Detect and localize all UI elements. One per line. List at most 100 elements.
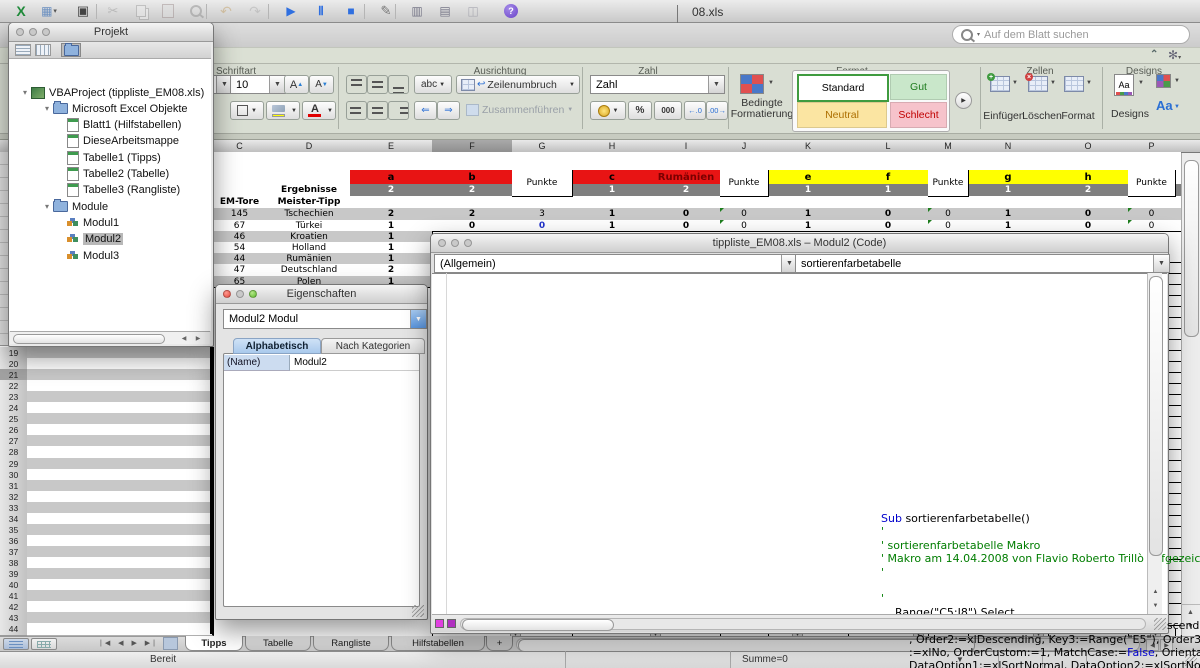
sheet-cell[interactable] [512,152,573,171]
align-right-button[interactable] [388,101,409,120]
save-icon[interactable]: ▣ [72,2,94,20]
vertical-scroll-thumb[interactable] [1184,160,1199,337]
property-value-cell[interactable]: Modul2 [290,355,419,371]
project-explorer-icon[interactable]: ▥ [406,2,428,20]
page-layout-view-button[interactable] [31,638,57,650]
excel-workbook-icon[interactable]: X [10,2,32,20]
close-icon[interactable] [438,239,446,247]
project-item-vbaproject-tippliste-em08-xls-[interactable]: ▾VBAProject (tippliste_EM08.xls) [23,85,209,100]
find-icon[interactable] [185,2,207,20]
sheet-cell[interactable]: Punkte [1128,170,1176,197]
sheet-cell[interactable]: 0 [720,220,769,232]
cut-icon[interactable]: ✂ [102,2,124,20]
tab-alphabetisch[interactable]: Alphabetisch [233,338,321,354]
number-format-combo[interactable]: Zahl▼ [590,75,725,94]
conditional-formatting-button[interactable]: ▼ Bedingte Formatierung [734,72,790,130]
help-icon[interactable]: ? [500,2,522,20]
sheet-cell[interactable]: 0 [432,220,513,232]
procedure-view-button[interactable] [435,619,444,628]
object-browser-icon[interactable]: ◫ [462,2,484,20]
sheet-cell[interactable]: 0 [512,220,573,232]
fill-color-button[interactable]: ▼ [266,101,300,120]
font-size-combo[interactable]: 10▼ [230,75,286,94]
sheet-cell[interactable] [268,170,351,185]
increase-decimal-button[interactable]: ←.0 [684,101,706,120]
paste-icon[interactable] [157,2,179,20]
left-cell[interactable] [27,623,82,636]
reset-icon[interactable]: ■ [340,2,362,20]
project-hscroll-thumb[interactable] [13,334,165,344]
minimize-icon[interactable] [29,28,37,36]
sheet-cell[interactable]: Punkte [720,170,769,197]
sheet-cell[interactable]: 0 [1128,220,1176,232]
zoom-icon[interactable] [249,290,257,298]
cells-einfügen-button[interactable]: +▼Einfügen [986,72,1022,130]
themes-button[interactable]: Aa ▼ Designs [1110,72,1150,130]
project-item-microsoft-excel-objekte[interactable]: ▾Microsoft Excel Objekte [45,101,209,116]
project-item-modul2[interactable]: Modul2 [67,232,209,247]
sheet-cell[interactable]: Punkte [512,170,573,197]
sheet-cell[interactable] [928,152,969,171]
sheet-cell[interactable] [211,152,269,171]
sheet-cell[interactable]: Rumänien [652,170,721,185]
align-bottom-button[interactable] [388,75,409,94]
code-line[interactable]: :=xlNo, OrderCustom:=1, MatchCase:=False… [881,646,1200,659]
zoom-icon[interactable] [464,239,472,247]
ribbon-collapse-icon[interactable]: ⌃ [1150,49,1158,60]
decrease-indent-button[interactable]: ⇐ [414,101,437,120]
project-item-blatt1-hilfstabellen-[interactable]: Blatt1 (Hilfstabellen) [67,118,209,133]
sheet-tab-tipps[interactable]: Tipps [185,636,243,651]
code-vscroll-thumb[interactable] [1149,276,1163,556]
sheet-cell[interactable]: e [768,170,849,185]
code-hscroll-thumb[interactable] [462,619,614,631]
sheet-cell[interactable]: 0 [652,220,721,232]
sheet-cell[interactable]: h [1048,170,1129,185]
tab-split-box[interactable] [163,637,178,650]
sheet-cell[interactable]: 0 [1048,220,1129,232]
sheet-cell[interactable]: 0 [928,220,969,232]
code-line[interactable]: , Order2:=xlDescending, Key3:=Range("E5"… [881,633,1200,646]
tab-nach-kategorien[interactable]: Nach Kategorien [321,338,425,354]
view-object-button[interactable] [35,44,51,56]
tab-scroll-arrows[interactable]: |◀ ◀ ▶ ▶| [100,639,158,647]
copy-icon[interactable] [130,2,152,20]
minimize-icon[interactable] [451,239,459,247]
sheet-cell[interactable]: g [968,170,1049,185]
sheet-cell[interactable] [652,152,721,171]
sheet-tab-tabelle[interactable]: Tabelle [245,636,311,651]
font-color-button[interactable]: A▼ [302,101,336,120]
increase-indent-button[interactable]: ⇒ [437,101,460,120]
sheet-cell[interactable]: 1 [768,220,849,232]
row-header-44[interactable]: 44 [0,623,28,636]
insert-module-icon[interactable]: ▦▾ [38,2,60,20]
code-line[interactable]: DataOption1:=xlSortNormal, DataOption2:=… [881,659,1200,668]
object-dropdown[interactable]: (Allgemein)▼ [434,254,798,273]
shrink-font-button[interactable]: A▼ [309,75,334,94]
sheet-cell[interactable] [968,152,1049,171]
sheet-cell[interactable] [572,152,653,171]
project-hscrollbar[interactable]: ◀ ▶ [10,331,210,344]
sheet-cell[interactable] [432,152,513,171]
orientation-button[interactable]: abc▼ [414,75,452,94]
close-icon[interactable] [223,290,231,298]
break-icon[interactable]: Ⅱ [310,2,332,20]
minimize-icon[interactable] [236,290,244,298]
percent-format-button[interactable]: % [628,101,652,120]
redo-icon[interactable]: ↷ [244,2,266,20]
align-center-button[interactable] [367,101,388,120]
sheet-cell[interactable]: Punkte [928,170,969,197]
grow-font-button[interactable]: A▲ [284,75,309,94]
project-item-modul1[interactable]: Modul1 [67,215,209,230]
project-item-modul3[interactable]: Modul3 [67,248,209,263]
gear-icon[interactable]: ✻▾ [1168,48,1181,62]
project-item-module[interactable]: ▾Module [45,199,209,214]
sheet-cell[interactable] [1048,152,1129,171]
add-sheet-tab[interactable]: + [486,636,513,651]
cells-format-button[interactable]: ▼Format [1060,72,1096,130]
align-middle-button[interactable] [367,75,388,94]
style-neutral[interactable]: Neutral [797,102,887,128]
sheet-cell[interactable] [768,152,849,171]
sheet-cell[interactable]: c [572,170,653,185]
style-gallery-next-button[interactable]: ▶ [955,92,972,109]
properties-resize-grip[interactable] [412,605,424,617]
